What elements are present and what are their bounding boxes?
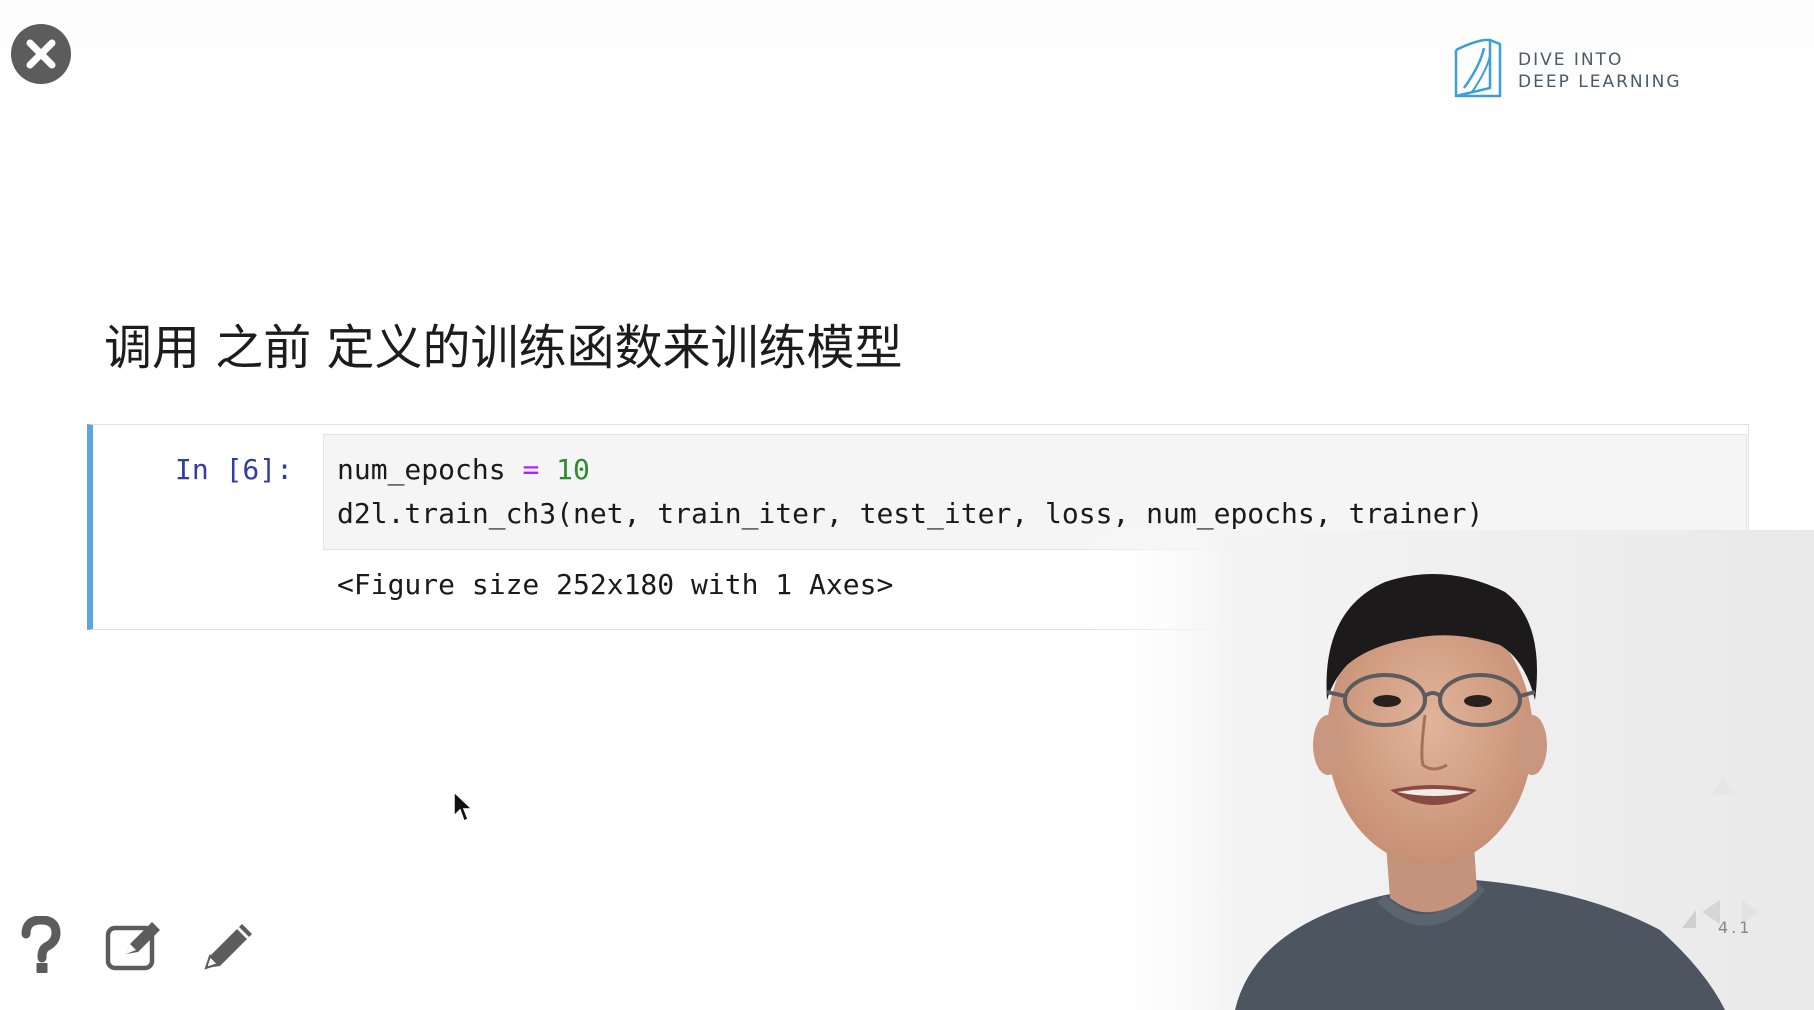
logo-line-2: DEEP LEARNING [1518, 72, 1682, 92]
mouse-cursor-icon [453, 790, 474, 823]
pencil-icon [204, 924, 252, 970]
code-variable: num_epochs [337, 453, 506, 486]
book-logo-icon [1454, 38, 1502, 98]
cell-output: <Figure size 252x180 with 1 Axes> [337, 568, 894, 601]
code-line-2: d2l.train_ch3(net, train_iter, test_iter… [337, 497, 1484, 530]
cell-prompt: In [6]: [175, 453, 294, 486]
d2l-logo: DIVE INTO DEEP LEARNING [1450, 36, 1710, 100]
close-icon [26, 39, 56, 69]
notes-button[interactable] [104, 916, 162, 974]
help-button[interactable] [12, 916, 70, 974]
slide-number: 4.1 [1718, 918, 1753, 937]
code-number: 10 [556, 453, 590, 486]
question-mark-icon [21, 916, 61, 973]
slide-stage: DIVE INTO DEEP LEARNING 调用 之前 定义的训练函数来训练… [0, 0, 1814, 1010]
slide-title: 调用 之前 定义的训练函数来训练模型 [104, 320, 903, 376]
close-button[interactable] [11, 24, 71, 84]
logo-text: DIVE INTO DEEP LEARNING [1518, 49, 1682, 93]
pen-button[interactable] [198, 916, 256, 974]
edit-note-icon [105, 922, 160, 971]
code-line-1: num_epochs = 10 [337, 453, 590, 486]
slide-navigation: 4.1 [1672, 872, 1782, 972]
logo-line-1: DIVE INTO [1518, 50, 1624, 70]
code-operator: = [522, 453, 540, 486]
